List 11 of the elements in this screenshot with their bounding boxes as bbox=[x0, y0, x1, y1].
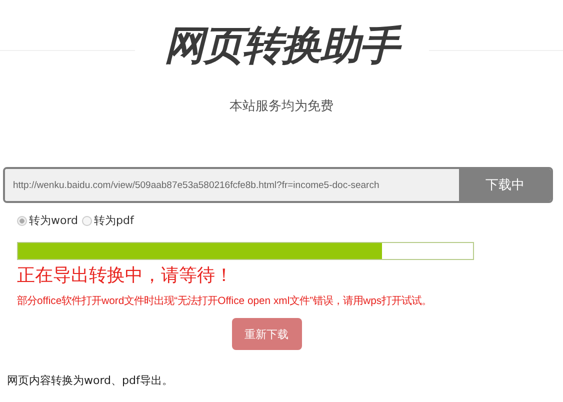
subtitle: 本站服务均为免费 bbox=[228, 98, 334, 115]
url-field[interactable]: http://wenku.baidu.com/view/509aab87e53a580216fcfe8b.html?fr=income5-doc-search bbox=[5, 169, 459, 201]
format-option[interactable]: 转为word bbox=[17, 213, 78, 228]
footer-text: 网页内容转换为word、pdf导出。 bbox=[7, 373, 174, 388]
status-message: 正在导出转换中，请等待！ bbox=[17, 264, 234, 287]
format-option[interactable]: 转为pdf bbox=[82, 213, 134, 228]
warning-note: 部分office软件打开word文件时出现“无法打开Office open xml文件”错误，请用wps打开试试。 bbox=[17, 294, 433, 308]
download-button[interactable]: 下载中 bbox=[459, 169, 551, 201]
radio-icon[interactable] bbox=[82, 216, 92, 226]
radio-icon[interactable] bbox=[17, 216, 27, 226]
retry-button[interactable]: 重新下载 bbox=[232, 318, 302, 350]
